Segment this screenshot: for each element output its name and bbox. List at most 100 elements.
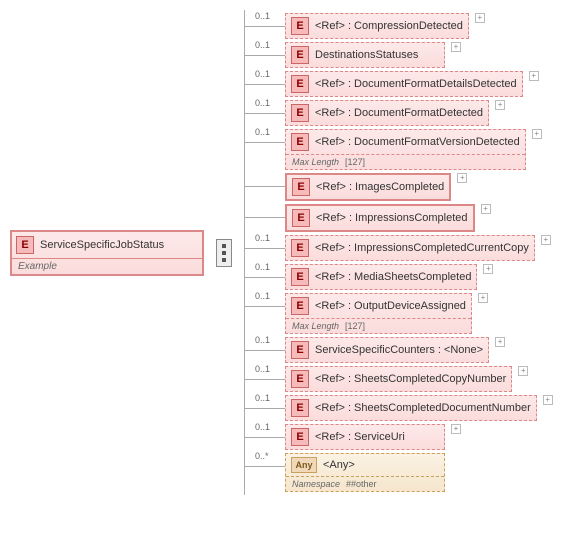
expand-icon[interactable]: +	[451, 42, 461, 52]
child-element-node[interactable]: E<Ref> : SheetsCompletedDocumentNumber	[285, 395, 537, 421]
root-element-box[interactable]: E ServiceSpecificJobStatus Example	[10, 230, 204, 276]
element-box: E DestinationsStatuses	[285, 42, 445, 68]
child-row: 0..1EServiceSpecificCounters : <None> +	[245, 337, 556, 363]
element-header: E<Ref> : SheetsCompletedCopyNumber	[286, 367, 511, 391]
child-element-node[interactable]: EServiceSpecificCounters : <None>	[285, 337, 489, 363]
element-footer: Max Length[127]	[286, 155, 525, 169]
expand-icon[interactable]: +	[475, 13, 485, 23]
element-box: E<Ref> : ImagesCompleted	[285, 173, 451, 201]
element-badge-icon: E	[291, 133, 309, 151]
ref-tag: <Ref>	[315, 20, 345, 32]
child-element-node[interactable]: E<Ref> : DocumentFormatDetected	[285, 100, 489, 126]
child-element-node[interactable]: E<Ref> : OutputDeviceAssignedMax Length[…	[285, 293, 472, 334]
occurrence-label: 0..1	[253, 364, 272, 374]
child-element-node[interactable]: E<Ref> : ImpressionsCompletedCurrentCopy	[285, 235, 535, 261]
element-name: ImagesCompleted	[355, 181, 444, 193]
element-header: E<Ref> : MediaSheetsCompleted	[286, 265, 476, 289]
schema-diagram: E ServiceSpecificJobStatus Example 0..1E…	[10, 10, 556, 495]
child-element-node[interactable]: E<Ref> : ServiceUri	[285, 424, 445, 450]
child-row: E<Ref> : ImpressionsCompleted +	[245, 204, 556, 232]
child-element-node[interactable]: E<Ref> : MediaSheetsCompleted	[285, 264, 477, 290]
footer-value: [127]	[345, 157, 365, 167]
separator: :	[348, 271, 351, 283]
element-name: ImpressionsCompletedCurrentCopy	[354, 242, 529, 254]
element-name: DocumentFormatDetailsDetected	[354, 78, 517, 90]
expand-icon[interactable]: +	[478, 293, 488, 303]
element-header: E <Ref> : DocumentFormatDetailsDetected	[286, 72, 522, 96]
element-badge-icon: E	[291, 46, 309, 64]
element-badge-icon: E	[291, 17, 309, 35]
child-row: 0..1E<Ref> : DocumentFormatDetailsDetect…	[245, 71, 556, 97]
element-name: DocumentFormatDetected	[354, 107, 483, 119]
branch-line-icon: 0..1	[245, 293, 285, 319]
expand-icon[interactable]: +	[532, 129, 542, 139]
expand-icon[interactable]: +	[495, 337, 505, 347]
child-element-node[interactable]: E <Ref> : DocumentFormatDetailsDetected	[285, 71, 523, 97]
separator: :	[348, 20, 351, 32]
expand-icon[interactable]: +	[543, 395, 553, 405]
branch-line-icon: 0..1	[245, 13, 285, 39]
child-row: 0..1E<Ref> : SheetsCompletedDocumentNumb…	[245, 395, 556, 421]
child-element-node[interactable]: E<Ref> : SheetsCompletedCopyNumber	[285, 366, 512, 392]
child-row: E<Ref> : ImagesCompleted +	[245, 173, 556, 201]
element-header: E<Ref> : ImagesCompleted	[287, 175, 449, 199]
child-row: 0..1E<Ref> : MediaSheetsCompleted+	[245, 264, 556, 290]
footer-label: Namespace	[292, 479, 340, 489]
root-column: E ServiceSpecificJobStatus Example	[10, 230, 204, 276]
child-element-node[interactable]: Any<Any>Namespace##other	[285, 453, 445, 492]
separator: :	[348, 242, 351, 254]
sequence-compositor-icon[interactable]	[216, 239, 232, 267]
element-badge-icon: E	[291, 104, 309, 122]
child-element-node[interactable]: E<Ref> : ImpressionsCompleted	[285, 204, 475, 232]
expand-icon[interactable]: +	[451, 424, 461, 434]
element-box: E<Ref> : OutputDeviceAssignedMax Length[…	[285, 293, 472, 334]
element-box: E<Ref> : MediaSheetsCompleted	[285, 264, 477, 290]
ref-tag: <Ref>	[315, 242, 345, 254]
connector-column	[204, 239, 244, 267]
expand-icon[interactable]: +	[518, 366, 528, 376]
child-element-node[interactable]: E<Ref> : ImagesCompleted	[285, 173, 451, 201]
footer-label: Max Length	[292, 321, 339, 331]
element-badge-icon: E	[291, 399, 309, 417]
branch-line-icon: 0..1	[245, 337, 285, 363]
child-element-node[interactable]: E<Ref> : DocumentFormatVersionDetectedMa…	[285, 129, 526, 170]
ref-tag: <Ref>	[315, 136, 345, 148]
separator: :	[348, 300, 351, 312]
expand-icon[interactable]: +	[457, 173, 467, 183]
ref-tag: <Ref>	[315, 78, 345, 90]
expand-icon[interactable]: +	[481, 204, 491, 214]
occurrence-label: 0..1	[253, 98, 272, 108]
expand-icon[interactable]: +	[529, 71, 539, 81]
child-row: 0..1 E<Ref> : ImpressionsCompletedCurrent…	[245, 235, 556, 261]
element-name: ServiceUri	[354, 431, 405, 443]
expand-icon[interactable]: +	[483, 264, 493, 274]
occurrence-label: 0..1	[253, 11, 272, 21]
separator: :	[349, 212, 352, 224]
child-row: 0..1E<Ref> : CompressionDetected+	[245, 13, 556, 39]
ref-tag: <Ref>	[315, 373, 345, 385]
element-badge-icon: E	[291, 75, 309, 93]
branch-line-icon: 0..1	[245, 395, 285, 421]
element-header: E<Ref> : ImpressionsCompleted	[287, 206, 473, 230]
occurrence-label: 0..1	[253, 422, 272, 432]
expand-icon[interactable]: +	[541, 235, 551, 245]
child-element-node[interactable]: E DestinationsStatuses	[285, 42, 445, 68]
element-name: DestinationsStatuses	[315, 49, 418, 61]
branch-line-icon: 0..1	[245, 366, 285, 392]
element-box: E<Ref> : ImpressionsCompletedCurrentCopy	[285, 235, 535, 261]
occurrence-label: 0..1	[253, 233, 272, 243]
element-box: E<Ref> : CompressionDetected	[285, 13, 469, 39]
ref-tag: <Ref>	[315, 431, 345, 443]
expand-icon[interactable]: +	[495, 100, 505, 110]
branch-line-icon	[245, 173, 285, 199]
separator: :	[348, 373, 351, 385]
child-row: 0..1 E<Ref> : DocumentFormatDetected +	[245, 100, 556, 126]
element-name: ImpressionsCompleted	[355, 212, 468, 224]
element-name: MediaSheetsCompleted	[354, 271, 471, 283]
root-element-name: ServiceSpecificJobStatus	[40, 239, 164, 251]
separator: :	[348, 78, 351, 90]
element-badge-icon: E	[292, 209, 310, 227]
child-element-node[interactable]: E<Ref> : CompressionDetected	[285, 13, 469, 39]
occurrence-label: 0..1	[253, 127, 272, 137]
separator: :	[348, 402, 351, 414]
